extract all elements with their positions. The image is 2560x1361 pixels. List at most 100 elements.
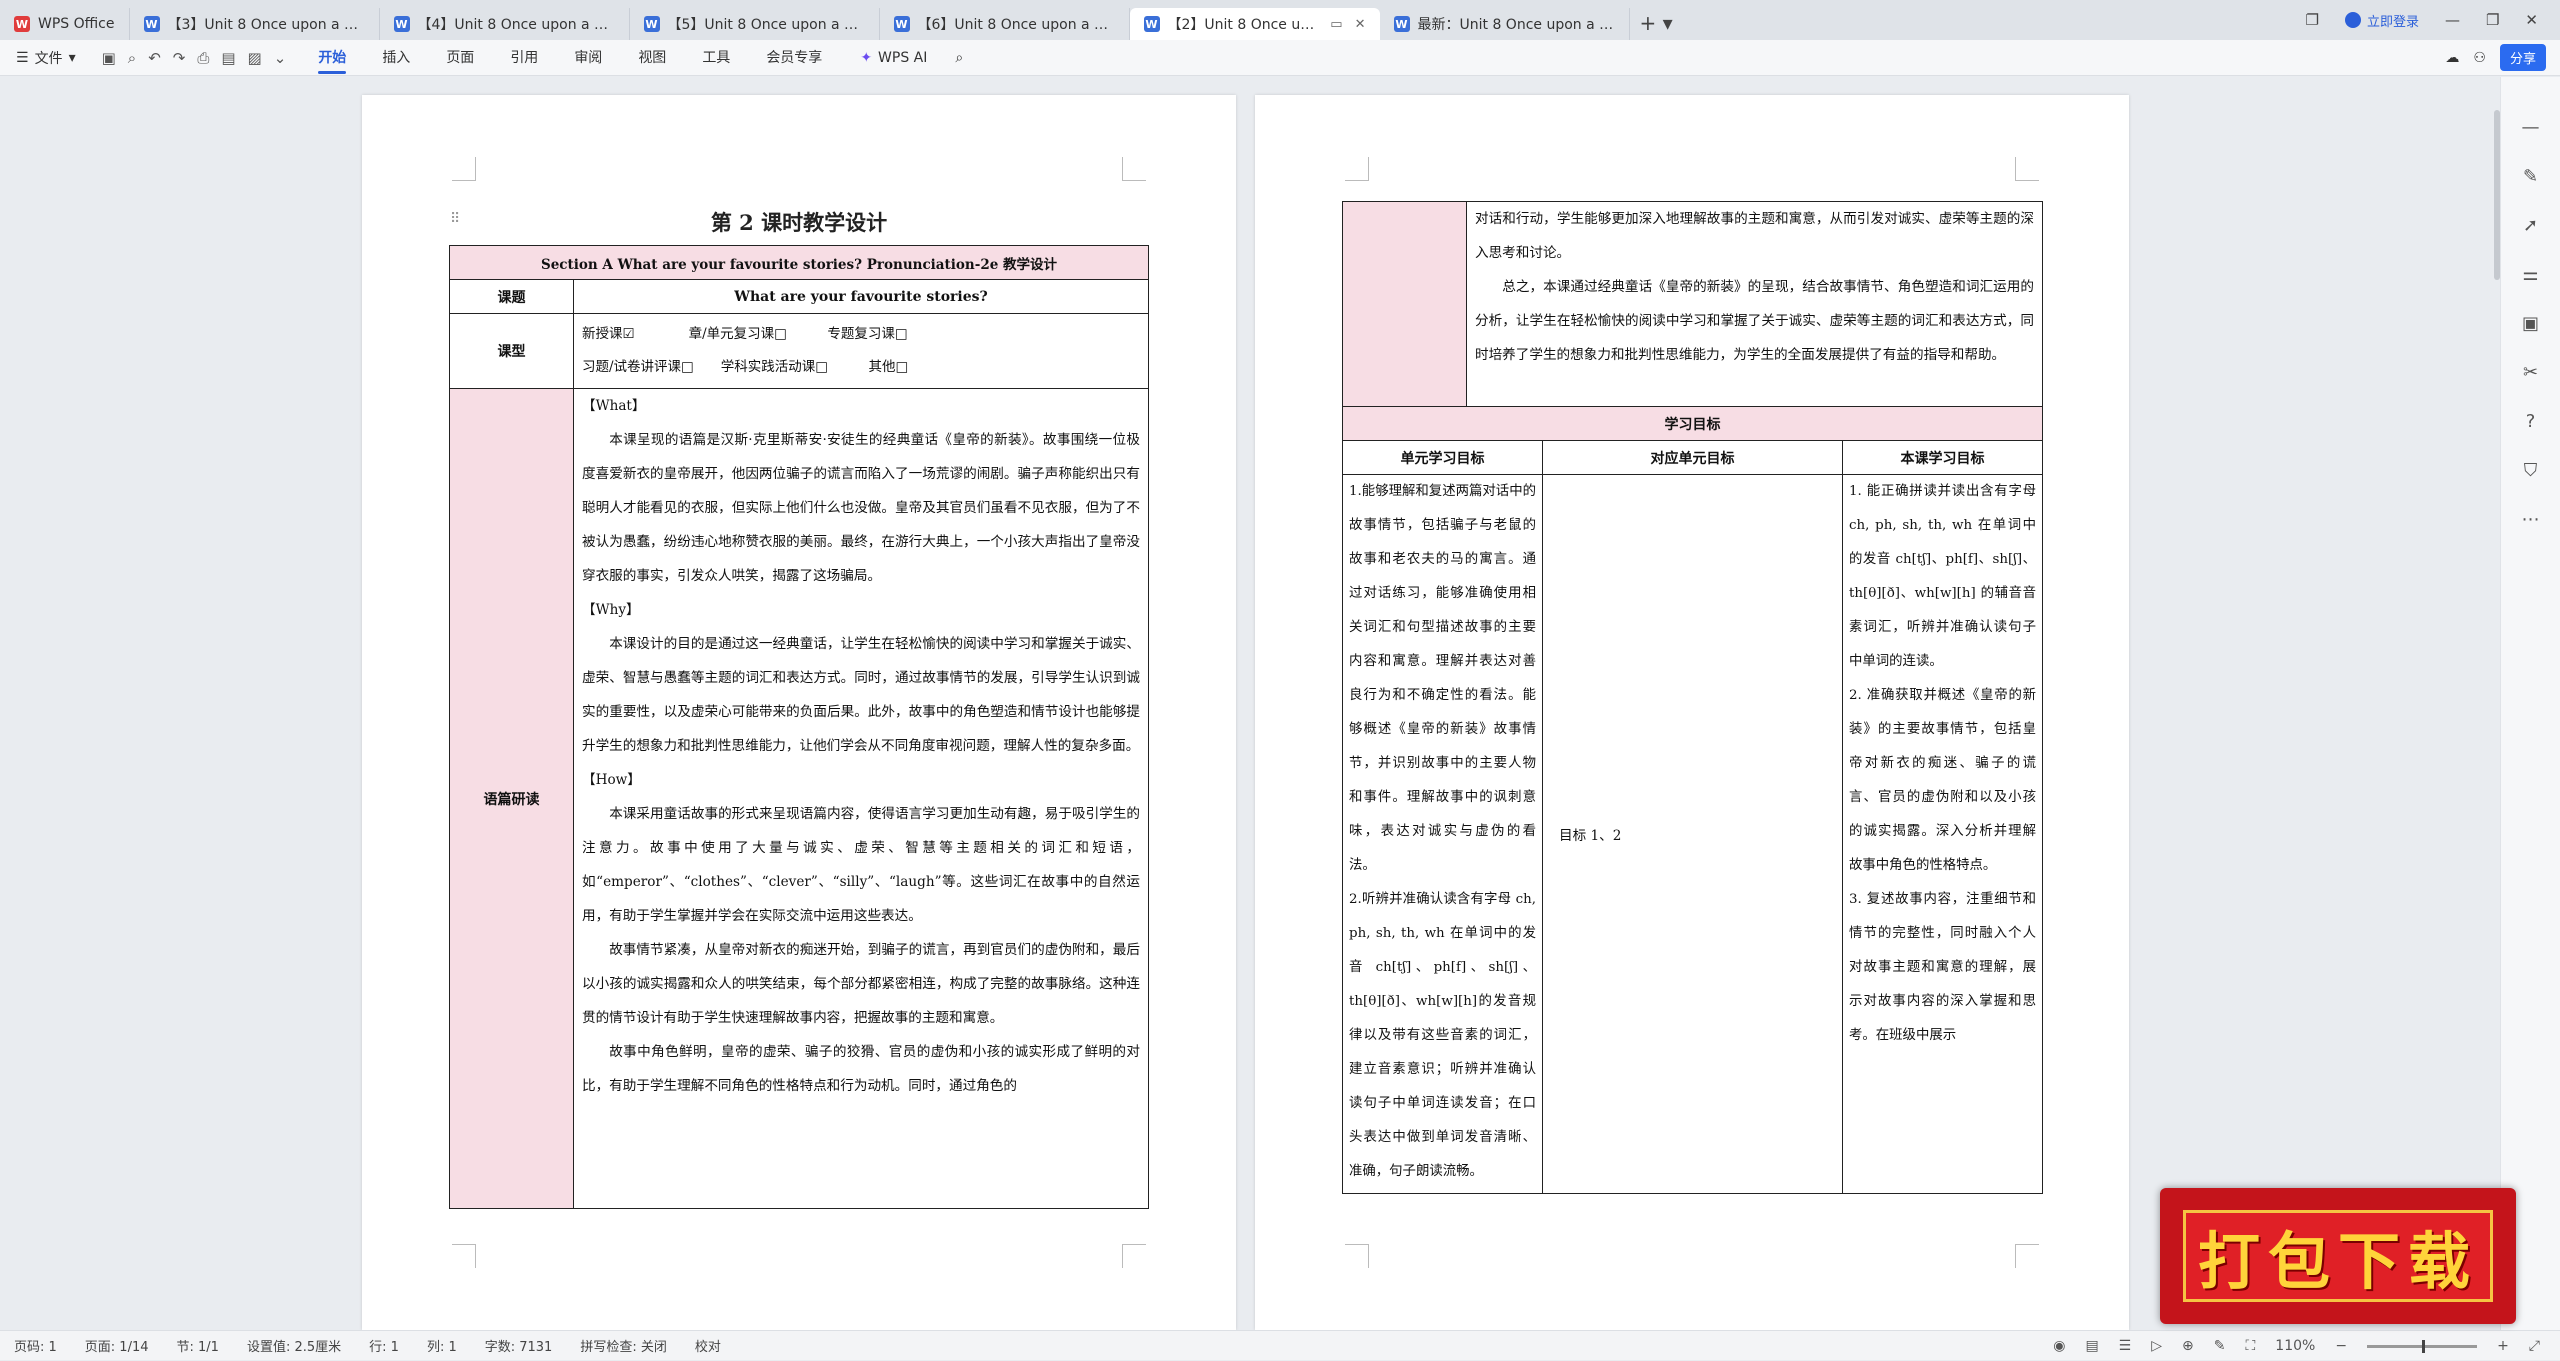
- more-dots-icon[interactable]: ⋯: [2522, 509, 2540, 530]
- status-col[interactable]: 列: 1: [413, 1336, 471, 1355]
- collapse-icon[interactable]: —: [2522, 117, 2540, 138]
- zoom-slider[interactable]: [2367, 1345, 2477, 1348]
- tab-doc-6[interactable]: W【6】Unit 8 Once upon a Time 第六: [880, 8, 1130, 40]
- zoom-out-icon[interactable]: −: [2335, 1338, 2347, 1354]
- new-tab-plus-icon[interactable]: + ▾: [1630, 11, 1683, 35]
- outline-view-icon[interactable]: ☰: [2119, 1338, 2132, 1354]
- menu-home[interactable]: 开始: [300, 40, 364, 76]
- unit-goals-text: 1.能够理解和复述两篇对话中的故事情节，包括骗子与老鼠的故事和老农夫的马的寓言。…: [1349, 475, 1536, 1193]
- chevron-down-icon: ▾: [69, 50, 76, 66]
- tab-close-icon[interactable]: ✕: [1355, 17, 1366, 32]
- search-icon[interactable]: ⌕: [955, 50, 963, 66]
- fullscreen-icon[interactable]: ⤢: [2529, 1338, 2540, 1354]
- type-options-row-1: 新授课☑ 章/单元复习课□ 专题复习课□: [582, 318, 1140, 351]
- goals-header: 学习目标: [1343, 407, 2043, 441]
- status-pages[interactable]: 页面: 1/14: [71, 1336, 163, 1355]
- menu-member[interactable]: 会员专享: [748, 40, 840, 76]
- tab-doc-2-active[interactable]: W【2】Unit 8 Once upon a Ti▭✕: [1130, 8, 1380, 40]
- status-row[interactable]: 行: 1: [355, 1336, 413, 1355]
- word-doc-icon: W: [1144, 16, 1160, 32]
- crop-mark: [452, 1244, 476, 1268]
- tab-monitor-icon[interactable]: ▭: [1330, 17, 1342, 32]
- wps-ai-button[interactable]: ✦WPS AI: [860, 50, 927, 66]
- minimize-icon[interactable]: —: [2445, 11, 2460, 29]
- status-page[interactable]: 页码: 1: [0, 1336, 71, 1355]
- image-icon[interactable]: ▣: [2522, 313, 2539, 334]
- web-view-icon[interactable]: ⊕: [2182, 1338, 2194, 1354]
- status-spellcheck[interactable]: 拼写检查: 关闭: [566, 1336, 681, 1355]
- edit-icon[interactable]: ✎: [2214, 1338, 2226, 1354]
- login-button[interactable]: 立即登录: [2345, 11, 2419, 30]
- status-section[interactable]: 节: 1/1: [163, 1336, 233, 1355]
- pen-icon[interactable]: ✎: [2523, 166, 2538, 187]
- menu-tools[interactable]: 工具: [684, 40, 748, 76]
- how-paragraph-2: 故事情节紧凑，从皇帝对新衣的痴迷开始，到骗子的谎言，再到官员们的虚伪附和，最后以…: [582, 933, 1140, 1035]
- zoom-slider-handle[interactable]: [2422, 1340, 2425, 1353]
- how-heading: 【How】: [582, 763, 1140, 797]
- analysis-label: 语篇研读: [450, 389, 574, 1209]
- lesson-goals-text: 1. 能正确拼读并读出含有字母 ch, ph, sh, th, wh 在单词中的…: [1849, 475, 2036, 1193]
- word-doc-icon: W: [1394, 16, 1410, 32]
- status-words[interactable]: 字数: 7131: [471, 1336, 567, 1355]
- what-heading: 【What】: [582, 389, 1140, 423]
- select-arrow-icon[interactable]: ➚: [2523, 215, 2538, 236]
- status-setting[interactable]: 设置值: 2.5厘米: [233, 1336, 355, 1355]
- collab-icon[interactable]: ⚇: [2473, 50, 2486, 66]
- why-paragraph: 本课设计的目的是通过这一经典童话，让学生在轻松愉快的阅读中学习和掌握关于诚实、虚…: [582, 627, 1140, 763]
- crop-mark: [1345, 1244, 1369, 1268]
- type-options-row-2: 习题/试卷讲评课□ 学科实践活动课□ 其他□: [582, 351, 1140, 384]
- page-title: 第 2 课时教学设计: [362, 207, 1236, 237]
- crop-mark: [2015, 1244, 2039, 1268]
- search-doc-icon[interactable]: ⌕: [128, 49, 136, 67]
- tab-doc-5[interactable]: W【5】Unit 8 Once upon a Time 第五: [630, 8, 880, 40]
- settings-sliders-icon[interactable]: ⚌: [2522, 264, 2538, 285]
- restore-icon[interactable]: ❐: [2486, 11, 2499, 29]
- crop-mark: [452, 157, 476, 181]
- zoom-level[interactable]: 110%: [2275, 1338, 2315, 1354]
- tab-doc-4[interactable]: W【4】Unit 8 Once upon a Time 第四: [380, 8, 630, 40]
- tab-list-icon[interactable]: ❐: [2306, 11, 2319, 29]
- menu-view[interactable]: 视图: [620, 40, 684, 76]
- page-view-icon[interactable]: ▤: [2085, 1338, 2098, 1354]
- crop-mark: [1122, 157, 1146, 181]
- more-chevron-icon[interactable]: ⌄: [274, 49, 287, 67]
- format-icon[interactable]: ▨: [248, 49, 262, 67]
- why-heading: 【Why】: [582, 593, 1140, 627]
- cloud-sync-icon[interactable]: ☁: [2445, 50, 2459, 66]
- status-proofread[interactable]: 校对: [681, 1336, 735, 1355]
- read-mode-icon[interactable]: ▷: [2151, 1338, 2162, 1354]
- close-window-icon[interactable]: ✕: [2525, 11, 2538, 29]
- menu-references[interactable]: 引用: [492, 40, 556, 76]
- tab-bar: WWPS Office W【3】Unit 8 Once upon a Time …: [0, 0, 2560, 40]
- document-canvas[interactable]: ⠿ 第 2 课时教学设计 Section A What are your fav…: [0, 77, 2500, 1330]
- fit-screen-icon[interactable]: ⛶: [2245, 1338, 2255, 1354]
- download-watermark-banner[interactable]: 打包下载: [2160, 1188, 2516, 1324]
- col-unit-goals: 单元学习目标: [1343, 441, 1543, 475]
- tab-doc-3[interactable]: W【3】Unit 8 Once upon a Time 第三: [130, 8, 380, 40]
- undo-icon[interactable]: ↶: [148, 49, 161, 67]
- topic-label: 课题: [450, 280, 574, 314]
- file-menu-button[interactable]: ☰文件▾: [0, 48, 88, 68]
- tools-icon[interactable]: ✂: [2523, 362, 2538, 383]
- help-icon[interactable]: ?: [2526, 411, 2536, 432]
- mapped-goals-text: 目标 1、2: [1543, 475, 1843, 1194]
- tab-wps-office[interactable]: WWPS Office: [0, 8, 130, 40]
- menu-insert[interactable]: 插入: [364, 40, 428, 76]
- save-icon[interactable]: ▣: [102, 49, 116, 67]
- eye-protect-icon[interactable]: ◉: [2053, 1338, 2065, 1354]
- share-button[interactable]: 分享: [2500, 44, 2546, 71]
- word-doc-icon: W: [144, 16, 160, 32]
- backup-icon[interactable]: ⛉: [2524, 460, 2538, 481]
- topic-value: What are your favourite stories?: [574, 280, 1149, 314]
- menu-page[interactable]: 页面: [428, 40, 492, 76]
- print-icon[interactable]: ⎙: [197, 49, 209, 67]
- export-pdf-icon[interactable]: ▤: [221, 49, 235, 67]
- window-controls: ❐ 立即登录 — ❐ ✕: [2306, 0, 2560, 40]
- tab-doc-latest[interactable]: W最新：Unit 8 Once upon a Time 大: [1380, 8, 1630, 40]
- redo-icon[interactable]: ↷: [173, 49, 186, 67]
- what-paragraph: 本课呈现的语篇是汉斯·克里斯蒂安·安徒生的经典童话《皇帝的新装》。故事围绕一位极…: [582, 423, 1140, 593]
- menu-review[interactable]: 审阅: [556, 40, 620, 76]
- zoom-in-icon[interactable]: +: [2497, 1338, 2509, 1354]
- wps-logo-icon: W: [14, 16, 30, 32]
- col-lesson-goals: 本课学习目标: [1843, 441, 2043, 475]
